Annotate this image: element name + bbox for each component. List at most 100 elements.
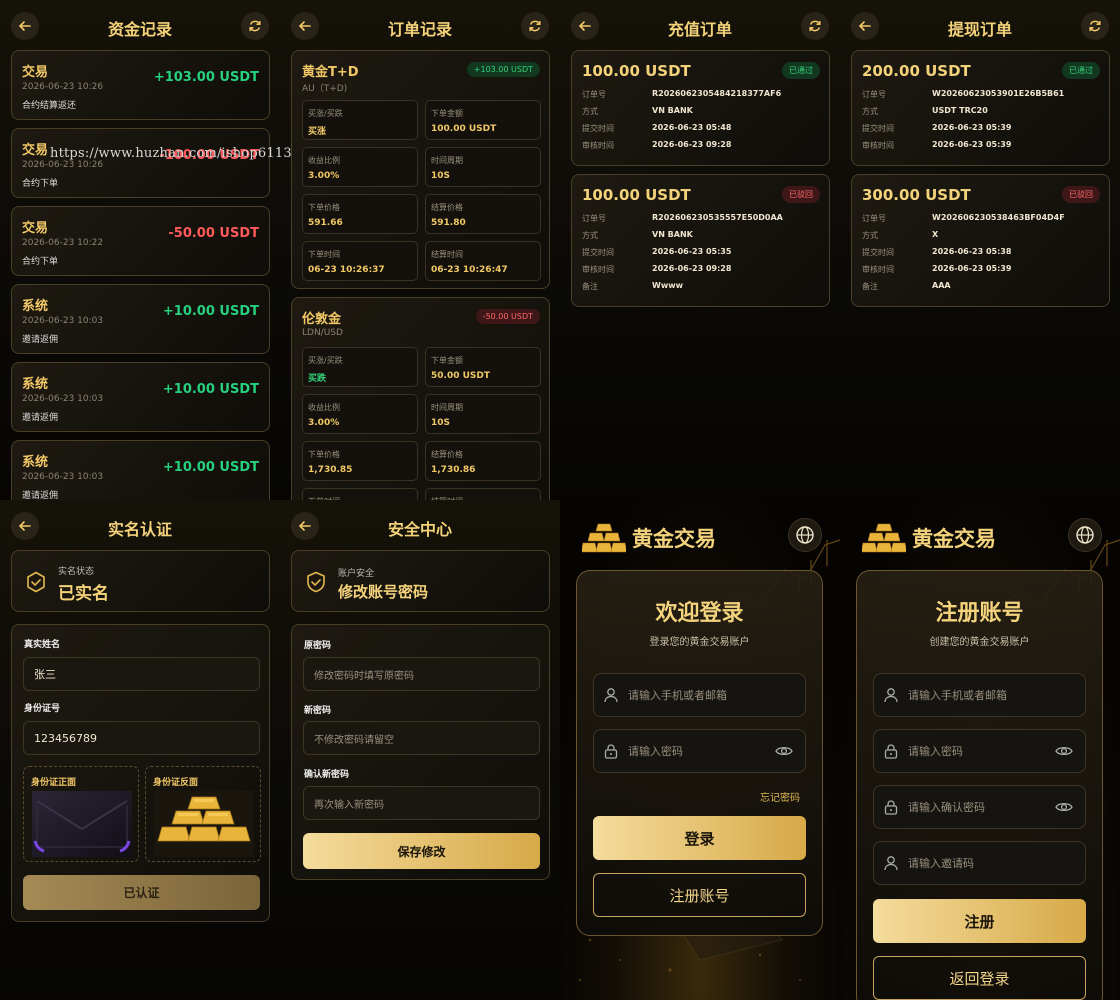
refresh-button[interactable]: [241, 12, 269, 40]
shield-check-icon: [307, 571, 325, 593]
transaction-card[interactable]: 100.00 USDT 已驳回 订单号 R202606230535557E50D0AA…: [571, 174, 830, 307]
id-back-upload[interactable]: 身份证反面: [145, 766, 261, 862]
register-title: 注册账号: [935, 601, 1024, 626]
field-label: 方式: [862, 231, 878, 240]
record-description: 邀请返佣: [22, 413, 59, 423]
order-card[interactable]: 黄金T+D AU（T+D) +103.00 USDT 买涨/买跌 买涨 下单金额 100.0…: [291, 50, 550, 289]
fund-record-item[interactable]: 系统 2026-06-23 10:03 邀请返佣 +10.00 USDT: [11, 440, 270, 500]
id-front-upload[interactable]: 身份证正面: [23, 766, 139, 862]
account-input[interactable]: 请输入手机或者邮箱: [593, 673, 806, 717]
register-account-button[interactable]: 注册账号: [593, 873, 806, 917]
eye-icon[interactable]: [1055, 800, 1073, 814]
real-name-field[interactable]: 张三: [23, 657, 260, 691]
record-time: 2026-06-23 10:26: [22, 160, 104, 170]
order-detail-cell: 下单时间 06-23 10:26:37: [302, 241, 418, 281]
password-input[interactable]: 请输入密码: [873, 729, 1086, 773]
fund-record-item[interactable]: 系统 2026-06-23 10:03 邀请返佣 +10.00 USDT: [11, 284, 270, 354]
brand: 黄金交易: [582, 518, 716, 558]
login-button[interactable]: 登录: [593, 816, 806, 860]
lock-icon: [604, 744, 618, 759]
detail-label: 下单价格: [308, 203, 340, 212]
id-front-image: [32, 791, 132, 857]
field-label: 订单号: [582, 90, 606, 99]
order-detail-cell: 收益比例 3.00%: [302, 147, 418, 187]
eye-icon[interactable]: [775, 744, 793, 758]
record-type: 系统: [22, 377, 49, 392]
fund-record-item[interactable]: 交易 2026-06-23 10:26 合约下单 -100.00 USDT: [11, 128, 270, 198]
transaction-card[interactable]: 200.00 USDT 已通过 订单号 W20260623053901E26B5B61…: [851, 50, 1110, 166]
shield-check-icon: [27, 571, 45, 593]
refresh-button[interactable]: [1081, 12, 1109, 40]
user-icon: [884, 688, 898, 703]
confirm-password-input[interactable]: 请输入确认密码: [873, 785, 1086, 829]
verified-button[interactable]: 已认证: [23, 875, 260, 910]
save-button[interactable]: 保存修改: [303, 833, 540, 869]
fund-record-item[interactable]: 系统 2026-06-23 10:03 邀请返佣 +10.00 USDT: [11, 362, 270, 432]
back-to-login-button[interactable]: 返回登录: [873, 956, 1086, 1000]
field-label: 备注: [582, 282, 598, 291]
detail-value: 买涨: [308, 127, 327, 137]
eye-icon[interactable]: [1055, 744, 1073, 758]
order-detail-cell: 下单价格 1,730.85: [302, 441, 418, 481]
new-password-input[interactable]: 不修改密码请留空: [303, 721, 540, 755]
confirm-password-input[interactable]: 再次输入新密码: [303, 786, 540, 820]
lock-icon: [884, 800, 898, 815]
account-input[interactable]: 请输入手机或者邮箱: [873, 673, 1086, 717]
order-detail-cell: 下单时间: [302, 488, 418, 500]
transaction-amount: 300.00 USDT: [862, 186, 971, 204]
field-value: 2026-06-23 09:28: [652, 140, 732, 149]
section-value: 修改账号密码: [338, 583, 429, 601]
transaction-status-badge: 已通过: [782, 62, 820, 79]
login-title: 欢迎登录: [655, 601, 744, 626]
field-label: 提交时间: [862, 248, 894, 257]
field-label: 提交时间: [582, 124, 614, 133]
user-icon: [604, 688, 618, 703]
transaction-card[interactable]: 100.00 USDT 已通过 订单号 R2026062305484218377AF6…: [571, 50, 830, 166]
detail-value: 10S: [431, 171, 451, 181]
detail-label: 买涨/买跌: [308, 109, 343, 118]
field-value: 2026-06-23 05:39: [932, 123, 1012, 132]
user-icon: [884, 856, 898, 871]
language-button[interactable]: [1068, 518, 1102, 552]
detail-label: 下单金额: [431, 109, 463, 118]
register-button[interactable]: 注册: [873, 899, 1086, 943]
record-time: 2026-06-23 10:03: [22, 394, 104, 404]
fund-record-item[interactable]: 交易 2026-06-23 10:22 合约下单 -50.00 USDT: [11, 206, 270, 276]
password-input[interactable]: 请输入密码: [593, 729, 806, 773]
invite-code-input[interactable]: 请输入邀请码: [873, 841, 1086, 885]
transaction-amount: 100.00 USDT: [582, 186, 691, 204]
id-number-label: 身份证号: [24, 704, 61, 714]
order-detail-cell: 买涨/买跌 买跌: [302, 347, 418, 387]
security-screen: 安全中心 账户安全 修改账号密码 原密码 修改密码时填写原密码 新密码 不修改密…: [280, 500, 560, 1000]
detail-label: 下单时间: [308, 250, 340, 259]
language-button[interactable]: [788, 518, 822, 552]
detail-label: 结算价格: [431, 203, 463, 212]
field-value: 2026-06-23 05:39: [932, 264, 1012, 273]
order-result-badge: -50.00 USDT: [475, 309, 540, 324]
gold-bars-logo-icon: [582, 523, 626, 553]
detail-value: 1,730.86: [431, 465, 476, 475]
detail-label: 收益比例: [308, 403, 340, 412]
fund-record-item[interactable]: 交易 2026-06-23 10:26 合约结算返还 +103.00 USDT: [11, 50, 270, 120]
order-card[interactable]: 伦敦金 LDN/USD -50.00 USDT 买涨/买跌 买跌 下单金额 50.00 US…: [291, 297, 550, 500]
id-number-field[interactable]: 123456789: [23, 721, 260, 755]
record-description: 合约结算返还: [22, 101, 77, 111]
detail-label: 买涨/买跌: [308, 356, 343, 365]
forgot-password-link[interactable]: 忘记密码: [760, 789, 800, 804]
kyc-status-value: 已实名: [58, 584, 109, 604]
transaction-status-badge: 已驳回: [1062, 186, 1100, 203]
old-password-input[interactable]: 修改密码时填写原密码: [303, 657, 540, 691]
field-value: 2026-06-23 09:28: [652, 264, 732, 273]
refresh-icon: [249, 20, 261, 32]
field-value: 2026-06-23 05:38: [932, 247, 1012, 256]
field-label: 审核时间: [862, 141, 894, 150]
transaction-card[interactable]: 300.00 USDT 已驳回 订单号 W202606230538463BF04D4F…: [851, 174, 1110, 307]
kyc-form-card: 真实姓名 张三 身份证号 123456789 身份证正面 身份证反面 已认证: [11, 624, 270, 922]
record-amount: -50.00 USDT: [168, 226, 259, 241]
refresh-button[interactable]: [801, 12, 829, 40]
refresh-button[interactable]: [521, 12, 549, 40]
order-symbol: AU（T+D): [302, 84, 348, 94]
order-detail-cell: 时间周期 10S: [425, 147, 541, 187]
refresh-icon: [529, 20, 541, 32]
record-time: 2026-06-23 10:03: [22, 472, 104, 482]
